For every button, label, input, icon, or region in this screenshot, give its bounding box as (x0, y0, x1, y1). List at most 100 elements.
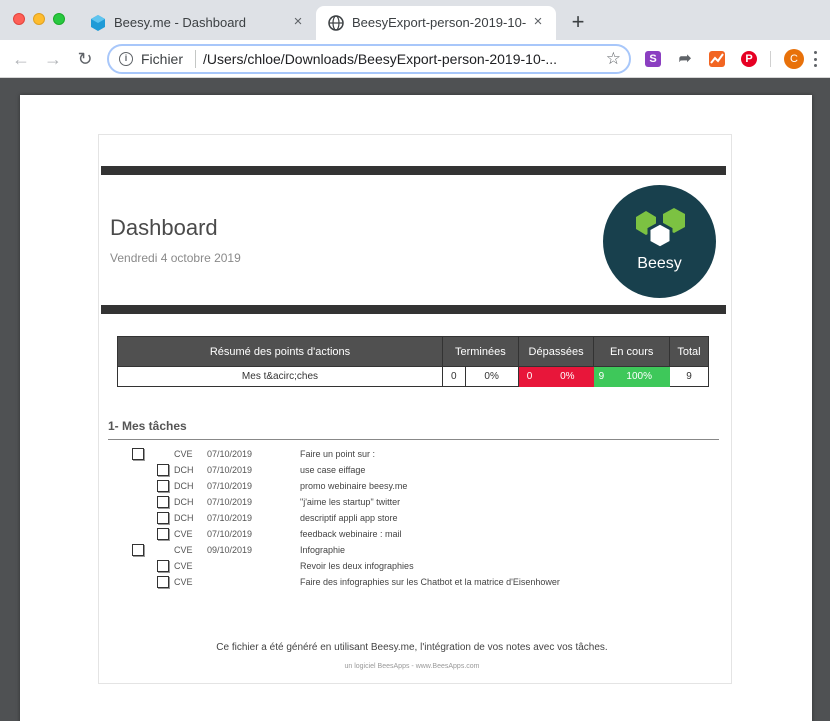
task-checkbox[interactable] (157, 512, 169, 524)
divider (195, 50, 196, 68)
footer-credit: un logiciel BeesApps - www.BeesApps.com (344, 663, 480, 670)
page-date: Vendredi 4 octobre 2019 (110, 251, 241, 265)
logo-text: Beesy (637, 255, 682, 272)
overdue-count: 0 (517, 366, 542, 387)
task-owner: DCH (174, 497, 194, 507)
task-date: 07/10/2019 (207, 465, 253, 475)
reload-icon[interactable]: ↻ (73, 47, 97, 71)
divider (108, 439, 719, 440)
close-tab-icon[interactable]: × (530, 14, 546, 30)
task-date: 07/10/2019 (207, 449, 253, 459)
summary-header: Terminées (442, 336, 519, 367)
task-label: use case eiffage (300, 465, 366, 475)
tab-beesy-dashboard[interactable]: Beesy.me - Dashboard × (78, 6, 316, 40)
header-bar-bottom (101, 305, 726, 314)
task-date: 09/10/2019 (207, 545, 253, 555)
summary-row: Mes t&acirc;ches 0 0% 0 0% 9 100% 9 (117, 366, 709, 387)
task-label: "j'aime les startup" twitter (300, 497, 401, 507)
task-date: 07/10/2019 (207, 513, 253, 523)
task-row: DCH 07/10/2019 use case eiffage (99, 463, 699, 479)
footer-text: Ce fichier a été généré en utilisant Bee… (216, 642, 608, 653)
task-date: 07/10/2019 (207, 481, 253, 491)
task-checkbox[interactable] (132, 544, 144, 556)
beesy-favicon-icon (91, 15, 105, 31)
task-label: Infographie (300, 545, 346, 555)
document-frame: Dashboard Vendredi 4 octobre 2019 Beesy … (98, 134, 732, 684)
task-label: Revoir les deux infographies (300, 561, 414, 571)
task-row: CVE 07/10/2019 feedback webinaire : mail (99, 527, 699, 543)
document-viewer: Dashboard Vendredi 4 octobre 2019 Beesy … (0, 79, 830, 721)
bookmark-star-icon[interactable]: ☆ (606, 49, 621, 69)
task-checkbox[interactable] (157, 576, 169, 588)
section-title: 1- Mes tâches (108, 419, 187, 433)
minimize-window-button[interactable] (33, 13, 45, 25)
task-owner: DCH (174, 481, 194, 491)
tab-title: BeesyExport-person-2019-10- (352, 15, 526, 30)
close-window-button[interactable] (13, 13, 25, 25)
summary-row-label: Mes t&acirc;ches (117, 366, 443, 387)
close-tab-icon[interactable]: × (290, 14, 306, 30)
page-title: Dashboard (110, 215, 218, 240)
menu-kebab-icon[interactable] (813, 51, 817, 67)
summary-header: Total (669, 336, 709, 367)
back-arrow-icon[interactable]: ← (9, 47, 33, 71)
task-row: CVE Faire des infographies sur les Chatb… (99, 575, 699, 591)
summary-header: Dépassées (517, 336, 595, 367)
task-row: DCH 07/10/2019 "j'aime les startup" twit… (99, 495, 699, 511)
task-row: DCH 07/10/2019 descriptif appli app stor… (99, 511, 699, 527)
task-label: promo webinaire beesy.me (300, 481, 408, 491)
pinterest-icon[interactable]: P (741, 51, 757, 67)
task-date: 07/10/2019 (207, 529, 253, 539)
divider (770, 51, 771, 67)
summary-table: Résumé des points d'actions Terminées Dé… (117, 336, 709, 387)
scheme-label: Fichier (141, 51, 184, 67)
in-progress-count: 9 (593, 366, 610, 387)
extension-arrow-icon[interactable]: ➦ (677, 51, 693, 67)
task-label: feedback webinaire : mail (300, 529, 402, 539)
task-checkbox[interactable] (157, 480, 169, 492)
task-owner: DCH (174, 513, 194, 523)
task-date: 07/10/2019 (207, 497, 253, 507)
task-owner: DCH (174, 465, 194, 475)
task-checkbox[interactable] (157, 464, 169, 476)
info-icon[interactable]: i (119, 52, 133, 66)
beesy-logo: Beesy (603, 185, 716, 298)
document-page: Dashboard Vendredi 4 octobre 2019 Beesy … (20, 95, 812, 721)
maximize-window-button[interactable] (53, 13, 65, 25)
task-label: descriptif appli app store (300, 513, 398, 523)
forward-arrow-icon[interactable]: → (41, 47, 65, 71)
tab-title: Beesy.me - Dashboard (114, 15, 246, 30)
task-checkbox[interactable] (157, 528, 169, 540)
extension-s-icon[interactable]: S (645, 51, 661, 67)
in-progress-percent: 100% (608, 366, 670, 387)
globe-icon (328, 15, 344, 31)
task-row: CVE 09/10/2019 Infographie (99, 543, 699, 559)
done-count: 0 (442, 366, 466, 387)
chart-glyph-icon (710, 53, 724, 64)
tab-beesy-export[interactable]: BeesyExport-person-2019-10- × (316, 6, 556, 40)
header-bar-top (101, 166, 726, 175)
task-label: Faire des infographies sur les Chatbot e… (300, 577, 560, 587)
profile-avatar[interactable]: C (784, 49, 804, 69)
task-checkbox[interactable] (157, 560, 169, 572)
task-label: Faire un point sur : (300, 449, 376, 459)
task-checkbox[interactable] (157, 496, 169, 508)
summary-header: En cours (593, 336, 670, 367)
address-bar[interactable]: i Fichier /Users/chloe/Downloads/BeesyEx… (107, 44, 631, 74)
url-text[interactable]: /Users/chloe/Downloads/BeesyExport-perso… (203, 51, 593, 67)
task-owner: CVE (174, 449, 193, 459)
task-row: CVE Revoir les deux infographies (99, 559, 699, 575)
summary-header-row: Résumé des points d'actions Terminées Dé… (117, 336, 709, 367)
beesy-hex-icon (636, 208, 685, 250)
task-owner: CVE (174, 545, 193, 555)
extension-chart-icon[interactable] (709, 51, 725, 67)
tab-strip: Beesy.me - Dashboard × BeesyExport-perso… (0, 0, 830, 40)
task-row: DCH 07/10/2019 promo webinaire beesy.me (99, 479, 699, 495)
new-tab-button[interactable]: + (567, 11, 589, 33)
summary-header: Résumé des points d'actions (117, 336, 443, 367)
total-count: 9 (669, 366, 709, 387)
done-percent: 0% (464, 366, 519, 387)
task-checkbox[interactable] (132, 448, 144, 460)
overdue-percent: 0% (540, 366, 595, 387)
task-row: CVE 07/10/2019 Faire un point sur : (99, 447, 699, 463)
